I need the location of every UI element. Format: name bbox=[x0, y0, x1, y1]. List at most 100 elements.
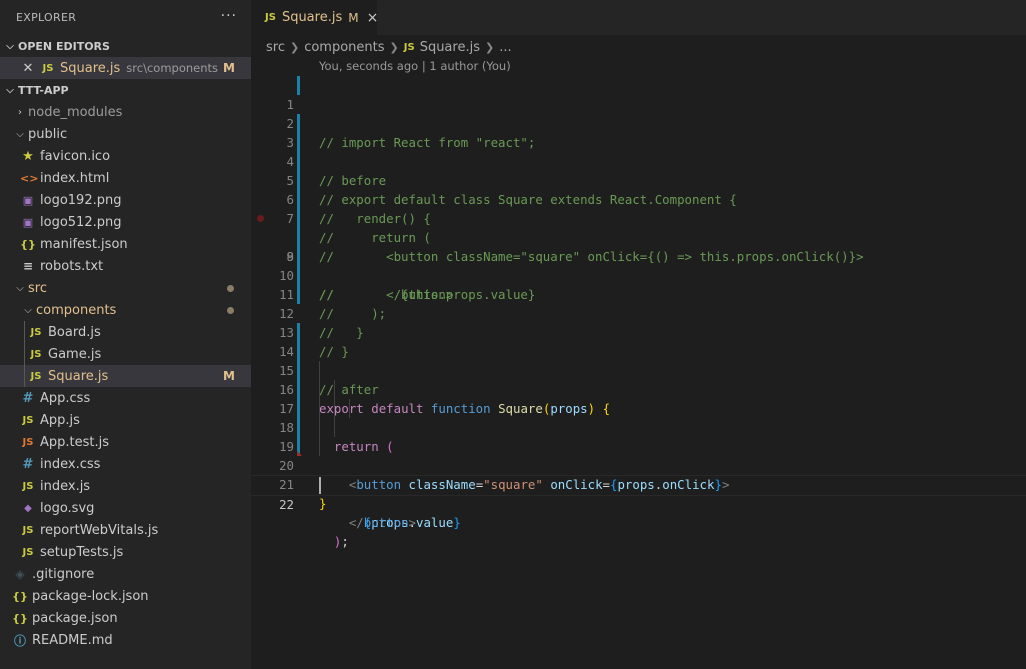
file-item[interactable]: <> index.html bbox=[0, 167, 251, 189]
gutter-modified-marker bbox=[297, 399, 300, 418]
code-line: 7 // <button className="square" onClick=… bbox=[251, 190, 1026, 264]
code-line: 8 // {this.props.value} bbox=[251, 209, 1026, 302]
indent-guide bbox=[24, 365, 25, 387]
gutter-modified-marker bbox=[297, 266, 300, 285]
code-line: 11 // } bbox=[251, 266, 1026, 340]
breadcrumb-symbols[interactable]: ... bbox=[499, 40, 511, 55]
code-line: 2 bbox=[251, 95, 1026, 131]
file-label: reportWebVitals.js bbox=[40, 522, 159, 538]
indent-guide bbox=[24, 343, 25, 365]
test-file-icon: JS bbox=[22, 436, 34, 448]
folder-node-modules[interactable]: › node_modules bbox=[0, 101, 251, 123]
file-label: Board.js bbox=[48, 324, 101, 340]
html-file-icon: <> bbox=[20, 171, 39, 185]
folder-components[interactable]: ⌵ components bbox=[0, 299, 251, 321]
file-item[interactable]: {} package-lock.json bbox=[0, 585, 251, 607]
js-file-icon: JS bbox=[30, 370, 42, 382]
open-editors-title: OPEN EDITORS bbox=[18, 39, 110, 53]
indent-guide bbox=[334, 380, 335, 399]
svg-file-icon: ◆ bbox=[24, 502, 32, 514]
file-item[interactable]: JS App.test.js bbox=[0, 431, 251, 453]
gutter-modified-marker bbox=[297, 323, 300, 342]
indent-guide bbox=[24, 321, 25, 343]
css-file-icon: # bbox=[22, 456, 34, 472]
codelens-blame[interactable]: You, seconds ago | 1 author (You) bbox=[319, 59, 511, 73]
tab-label: Square.js bbox=[281, 10, 343, 25]
file-item[interactable]: JS Board.js bbox=[0, 321, 251, 343]
code-text: ); bbox=[333, 534, 349, 549]
code-editor[interactable]: 1 // import React from "react"; 2 3 // b… bbox=[251, 76, 1026, 549]
file-item[interactable]: ★ favicon.ico bbox=[0, 145, 251, 167]
file-item[interactable]: JS reportWebVitals.js bbox=[0, 519, 251, 541]
chevron-right-icon: ❯ bbox=[484, 40, 495, 54]
code-line: 20 ); bbox=[251, 437, 1026, 549]
project-section[interactable]: ⌵ TTT-APP bbox=[0, 79, 251, 101]
git-file-icon: ◈ bbox=[15, 567, 25, 581]
close-icon[interactable]: ✕ bbox=[20, 61, 36, 76]
open-editor-item[interactable]: ✕ JS Square.js src\components M bbox=[0, 57, 251, 79]
js-file-icon: JS bbox=[30, 326, 42, 338]
editor-tabs: JS Square.js M × bbox=[251, 0, 1026, 35]
explorer-sidebar: EXPLORER ··· ⌵ OPEN EDITORS ✕ JS Square.… bbox=[0, 0, 251, 669]
file-item[interactable]: {} package.json bbox=[0, 607, 251, 629]
chevron-down-icon: ⌵ bbox=[16, 128, 24, 140]
file-item[interactable]: ◆ logo.svg bbox=[0, 497, 251, 519]
modified-badge: M bbox=[223, 61, 235, 75]
file-item[interactable]: ▣ logo192.png bbox=[0, 189, 251, 211]
close-tab-icon[interactable]: × bbox=[367, 10, 379, 26]
breadcrumb-components[interactable]: components bbox=[304, 40, 384, 55]
code-text: } bbox=[319, 496, 327, 511]
code-line: 6 // return ( bbox=[251, 171, 1026, 245]
tab-square-js[interactable]: JS Square.js M × bbox=[251, 0, 379, 35]
file-item-active[interactable]: JS Square.js M bbox=[0, 365, 251, 387]
json-file-icon: {} bbox=[12, 589, 28, 603]
more-actions-icon[interactable]: ··· bbox=[221, 8, 237, 24]
file-item[interactable]: JS setupTests.js bbox=[0, 541, 251, 563]
open-editors-section[interactable]: ⌵ OPEN EDITORS bbox=[0, 35, 251, 57]
explorer-title: EXPLORER bbox=[16, 11, 77, 24]
file-item[interactable]: ▣ logo512.png bbox=[0, 211, 251, 233]
json-file-icon: {} bbox=[20, 237, 36, 251]
favicon-icon: ★ bbox=[22, 148, 34, 164]
gutter-modified-marker bbox=[297, 380, 300, 399]
file-label: logo192.png bbox=[40, 192, 122, 208]
file-item[interactable]: ⓘ README.md bbox=[0, 629, 251, 651]
file-item[interactable]: JS index.js bbox=[0, 475, 251, 497]
gutter-modified-marker bbox=[297, 133, 300, 152]
open-editor-path: src\components bbox=[126, 61, 219, 75]
file-item[interactable]: JS Game.js bbox=[0, 343, 251, 365]
file-item[interactable]: {} manifest.json bbox=[0, 233, 251, 255]
folder-public[interactable]: ⌵ public bbox=[0, 123, 251, 145]
file-item[interactable]: ≡ robots.txt bbox=[0, 255, 251, 277]
code-line: 9 // </button> bbox=[251, 228, 1026, 302]
file-item[interactable]: ◈ .gitignore bbox=[0, 563, 251, 585]
gutter-modified-marker bbox=[297, 152, 300, 171]
file-label: Square.js bbox=[48, 368, 109, 384]
code-line: 10 // ); bbox=[251, 247, 1026, 321]
breakpoint-hint-icon[interactable] bbox=[257, 215, 264, 222]
chevron-right-icon: ❯ bbox=[289, 40, 300, 54]
folder-src[interactable]: ⌵ src bbox=[0, 277, 251, 299]
js-file-icon: JS bbox=[265, 12, 276, 23]
modified-badge: M bbox=[223, 369, 235, 383]
js-file-icon: JS bbox=[403, 41, 415, 53]
chevron-right-icon: ❯ bbox=[389, 40, 399, 54]
breadcrumb-src[interactable]: src bbox=[266, 40, 285, 55]
modified-badge: M bbox=[348, 10, 359, 25]
file-item[interactable]: JS App.js bbox=[0, 409, 251, 431]
file-label: README.md bbox=[32, 632, 113, 648]
indent-guide bbox=[319, 418, 320, 437]
code-line: 13 bbox=[251, 304, 1026, 340]
file-item[interactable]: # index.css bbox=[0, 453, 251, 475]
js-file-icon: JS bbox=[42, 62, 54, 74]
gutter-modified-marker bbox=[297, 247, 300, 266]
explorer-header: EXPLORER ··· bbox=[0, 0, 251, 35]
js-file-icon: JS bbox=[30, 348, 42, 360]
text-cursor bbox=[319, 477, 321, 494]
file-item[interactable]: # App.css bbox=[0, 387, 251, 409]
file-label: favicon.ico bbox=[40, 148, 111, 164]
file-label: package-lock.json bbox=[32, 588, 149, 604]
breadcrumb: src ❯ components ❯ JS Square.js ❯ ... bbox=[266, 37, 512, 57]
folder-label: src bbox=[28, 280, 47, 296]
breadcrumb-file[interactable]: Square.js bbox=[420, 40, 480, 55]
